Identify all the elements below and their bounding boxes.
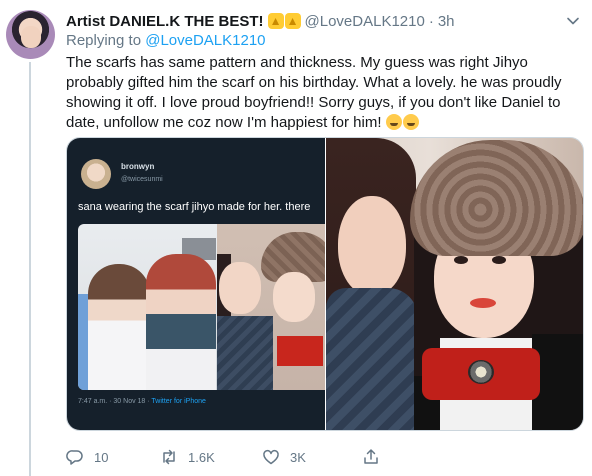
- tweet-time[interactable]: 3h: [438, 13, 455, 30]
- embedded-photo-2: [217, 224, 325, 390]
- embedded-timestamp: 7:47 a.m. · 30 Nov 18 · Twitter for iPho…: [78, 398, 206, 405]
- avatar-face: [21, 26, 41, 48]
- author-avatar[interactable]: [6, 10, 55, 59]
- embedded-photo-1: [78, 224, 223, 390]
- reply-button[interactable]: 10: [66, 448, 108, 466]
- heart-icon: [263, 449, 279, 465]
- embedded-text: sana wearing the scarf jihyo made for he…: [78, 201, 311, 213]
- photo-brooch: [468, 360, 494, 384]
- embedded-avatar: [81, 159, 111, 189]
- photo-bow: [277, 336, 323, 366]
- tweet-text: The scarfs has same pattern and thicknes…: [66, 54, 562, 131]
- author-handle[interactable]: @LoveDALK1210: [305, 13, 425, 30]
- embedded-time: 7:47 a.m. · 30 Nov 18 ·: [78, 398, 152, 405]
- separator-dot: ·: [428, 12, 434, 30]
- media-screenshot-image[interactable]: bronwyn @twicesunmi sana wearing the sca…: [67, 138, 325, 430]
- media-photo-image[interactable]: [326, 138, 583, 430]
- chevron-down-icon[interactable]: [566, 14, 580, 28]
- tweet-body: The scarfs has same pattern and thicknes…: [66, 53, 586, 133]
- tweet-header: Artist DANIEL.K THE BEST! ▲ ▲ @LoveDALK1…: [66, 11, 455, 31]
- photo-scarf: [217, 316, 273, 390]
- laughing-emoji-icon: [385, 114, 402, 130]
- like-button[interactable]: 3K: [262, 448, 306, 466]
- photo-face: [273, 272, 315, 322]
- retweet-icon: [163, 449, 175, 465]
- share-button[interactable]: [362, 448, 390, 466]
- retweet-button[interactable]: 1.6K: [160, 448, 215, 466]
- tweet-media[interactable]: bronwyn @twicesunmi sana wearing the sca…: [66, 137, 584, 431]
- reply-count: 10: [94, 449, 109, 465]
- photo-eye: [492, 256, 506, 264]
- thread-line: [29, 62, 31, 476]
- photo-lips: [470, 298, 496, 308]
- photo-face: [219, 262, 261, 314]
- photo-person: [146, 254, 216, 390]
- embedded-via: Twitter for iPhone: [151, 398, 206, 405]
- thumbs-up-icon: ▲: [267, 13, 284, 29]
- thumbs-up-icon: ▲: [284, 13, 301, 29]
- replying-to-link[interactable]: @LoveDALK1210: [145, 32, 265, 49]
- embedded-name: bronwyn: [121, 162, 155, 171]
- replying-to-line: Replying to @LoveDALK1210: [66, 32, 266, 49]
- like-count: 3K: [290, 449, 306, 465]
- photo-person: [88, 264, 150, 390]
- author-name[interactable]: Artist DANIEL.K THE BEST!: [66, 13, 264, 30]
- replying-prefix: Replying to: [66, 32, 142, 49]
- photo-eye: [454, 256, 468, 264]
- tweet-actions: 10 1.6K 3K: [66, 448, 466, 468]
- retweet-count: 1.6K: [188, 449, 215, 465]
- share-icon: [364, 449, 378, 464]
- photo-face: [338, 196, 406, 296]
- photo-scarf: [326, 288, 418, 430]
- reply-icon: [66, 450, 83, 465]
- embedded-handle: @twicesunmi: [121, 176, 163, 183]
- thumbs-up-emojis: ▲ ▲: [267, 13, 301, 29]
- laughing-emoji-icon: [402, 114, 419, 130]
